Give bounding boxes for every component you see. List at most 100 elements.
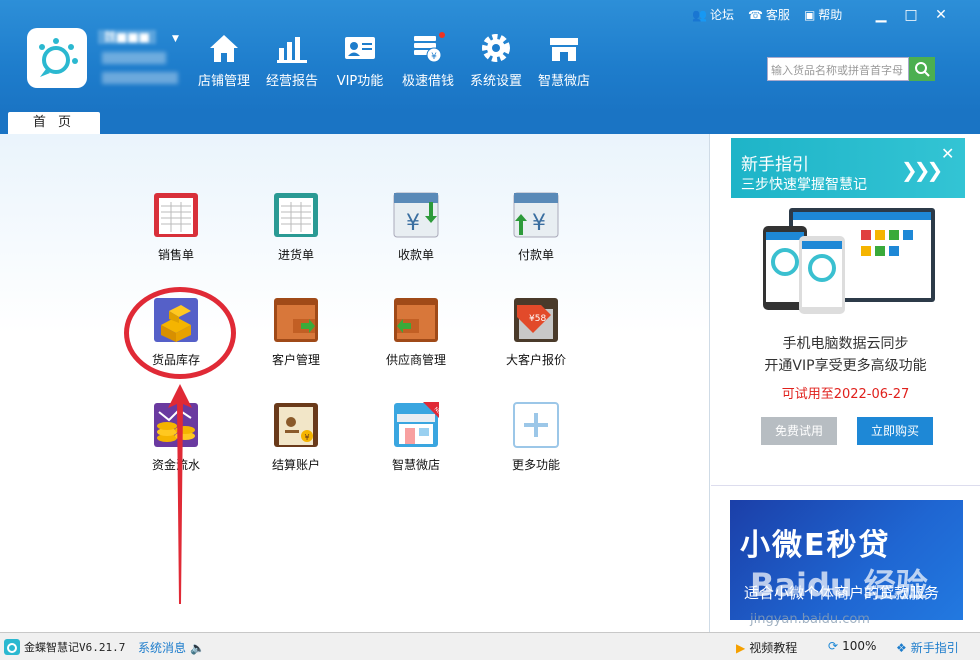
vip-card-icon <box>345 37 375 59</box>
system-messages-label: 系统消息 <box>138 641 187 655</box>
tile-label: 进货单 <box>277 248 314 262</box>
tile-customer-management[interactable]: 客户管理 <box>246 295 346 385</box>
forum-link[interactable]: 👥 论坛 <box>692 6 734 23</box>
tab-bar: 首 页 <box>0 112 980 134</box>
promo-line-1: 手机电脑数据云同步 <box>782 336 909 352</box>
refresh-icon: ⟳ <box>828 639 839 653</box>
tile-sales-order[interactable]: 销售单 <box>126 190 226 280</box>
tile-label: 付款单 <box>517 248 554 262</box>
sun-logo-icon <box>39 38 78 77</box>
nav-label: 智慧微店 <box>537 74 590 89</box>
blurred-info <box>102 52 166 64</box>
nav-system-settings[interactable]: 系统设置 <box>462 30 530 92</box>
nav-micro-store[interactable]: 智慧微店 <box>530 30 598 92</box>
nav-business-report[interactable]: 经营报告 <box>258 30 326 92</box>
beginner-guide-banner[interactable]: 新手指引 三步快速掌握智慧记 ❯❯❯ ✕ <box>731 138 965 198</box>
search-button[interactable] <box>909 57 935 81</box>
purchase-order-icon <box>274 193 318 237</box>
price-tag-icon: ¥58 <box>514 298 558 342</box>
nav-quick-loan[interactable]: ¥ 极速借钱 <box>394 30 462 92</box>
user-menu[interactable]: 魏■■■ ▼ <box>98 30 184 86</box>
top-links: 👥 论坛 ☎ 客服 ▣ 帮助 <box>692 6 842 23</box>
video-tutorial-label: 视频教程 <box>749 641 798 655</box>
store-icon <box>550 38 578 61</box>
trial-expiry-text: 可试用至2022-06-27 <box>781 387 910 402</box>
tile-micro-store[interactable]: NEW 智慧微店 <box>366 400 466 490</box>
nav-shop-management[interactable]: 店铺管理 <box>190 30 258 92</box>
beginner-guide-link[interactable]: ❖ 新手指引 <box>896 639 959 656</box>
user-name[interactable]: 魏■■■ <box>98 30 157 44</box>
guide-title: 新手指引 <box>741 155 809 175</box>
zoom-control[interactable]: ⟳ 100% <box>828 639 876 653</box>
nav-label: 经营报告 <box>265 74 318 89</box>
svg-text:¥: ¥ <box>431 52 437 62</box>
promo-line-2: 开通VIP享受更多高级功能 <box>764 358 927 374</box>
sales-order-icon <box>154 193 198 237</box>
version-text: 金蝶智慧记V6.21.7 <box>24 641 126 654</box>
link-label: 客服 <box>765 8 790 22</box>
main-nav: 店铺管理 经营报告 VIP功能 ¥ 极速借钱 系统设置 智慧微店 <box>190 30 598 92</box>
svg-text:¥58: ¥58 <box>529 314 546 324</box>
status-bar: 金蝶智慧记V6.21.7 系统消息 🔈 ▶ 视频教程 ⟳ 100% ❖ 新手指引 <box>0 632 980 660</box>
app-small-icon <box>4 639 20 655</box>
baidu-watermark: Baidu 经验 <box>750 566 928 604</box>
speaker-icon: 🔈 <box>190 640 205 655</box>
plus-icon <box>513 402 559 448</box>
tab-home[interactable]: 首 页 <box>8 112 100 134</box>
side-panel: 新手指引 三步快速掌握智慧记 ❯❯❯ ✕ 手机电脑数据云同步 开通VIP享受更多… <box>711 134 980 632</box>
minimize-button[interactable]: ▁ <box>866 2 896 28</box>
tile-key-client-quote[interactable]: ¥58 大客户报价 <box>486 295 586 385</box>
main-panel: 销售单 进货单 ¥ 收款单 ¥ 付款单 货品库存 客户管理 供应商管理 ¥58 … <box>0 134 710 632</box>
buy-now-button[interactable]: 立即购买 <box>857 417 933 445</box>
system-messages[interactable]: 系统消息 🔈 <box>138 639 205 656</box>
customer-folder-icon <box>274 298 318 342</box>
svg-text:¥: ¥ <box>304 433 309 442</box>
tile-receipt[interactable]: ¥ 收款单 <box>366 190 466 280</box>
tile-label: 更多功能 <box>511 458 560 472</box>
devices-illustration <box>763 208 935 314</box>
guide-icon: ❖ <box>896 640 907 655</box>
tile-label: 结算账户 <box>271 458 320 472</box>
tile-supplier-management[interactable]: 供应商管理 <box>366 295 466 385</box>
app-logo <box>27 28 87 88</box>
people-icon: 👥 <box>692 7 707 22</box>
account-book-icon: ¥ <box>274 403 318 447</box>
beginner-guide-label: 新手指引 <box>910 641 959 655</box>
bar-chart-icon <box>277 37 307 63</box>
zoom-level: 100% <box>842 639 877 653</box>
tile-label: 收款单 <box>397 248 434 262</box>
tile-label: 客户管理 <box>271 353 320 367</box>
video-tutorial[interactable]: ▶ 视频教程 <box>736 639 797 656</box>
tile-more-features[interactable]: 更多功能 <box>486 400 586 490</box>
search-input[interactable]: 输入货品名称或拼音首字母 <box>767 57 909 81</box>
micro-store-icon: NEW <box>394 402 441 447</box>
free-trial-button[interactable]: 免费试用 <box>761 417 837 445</box>
help-link[interactable]: ▣ 帮助 <box>804 6 842 23</box>
svg-text:¥: ¥ <box>406 211 420 236</box>
maximize-button[interactable]: □ <box>896 2 926 28</box>
version-info: 金蝶智慧记V6.21.7 <box>4 639 125 655</box>
nav-label: 极速借钱 <box>401 74 454 89</box>
caret-down-icon[interactable]: ▼ <box>172 34 179 44</box>
tile-label: 销售单 <box>157 248 194 262</box>
guide-subtitle: 三步快速掌握智慧记 <box>741 177 867 193</box>
close-button[interactable]: ✕ <box>926 2 956 28</box>
tile-label: 大客户报价 <box>505 353 566 367</box>
tile-payment[interactable]: ¥ 付款单 <box>486 190 586 280</box>
receipt-icon: ¥ <box>393 192 439 238</box>
tile-purchase-order[interactable]: 进货单 <box>246 190 346 280</box>
play-icon: ▶ <box>736 640 746 655</box>
nav-label: 店铺管理 <box>197 74 250 89</box>
link-label: 论坛 <box>709 8 734 22</box>
help-book-icon: ▣ <box>803 7 816 22</box>
payment-icon: ¥ <box>513 192 559 238</box>
annotation-circle <box>124 287 236 379</box>
support-link[interactable]: ☎ 客服 <box>748 6 790 23</box>
divider <box>711 485 980 486</box>
close-icon[interactable]: ✕ <box>941 144 954 163</box>
support-icon: ☎ <box>747 7 763 22</box>
nav-vip[interactable]: VIP功能 <box>326 30 394 92</box>
tile-settlement-account[interactable]: ¥ 结算账户 <box>246 400 346 490</box>
gear-icon <box>482 34 510 62</box>
search-icon <box>915 62 930 77</box>
